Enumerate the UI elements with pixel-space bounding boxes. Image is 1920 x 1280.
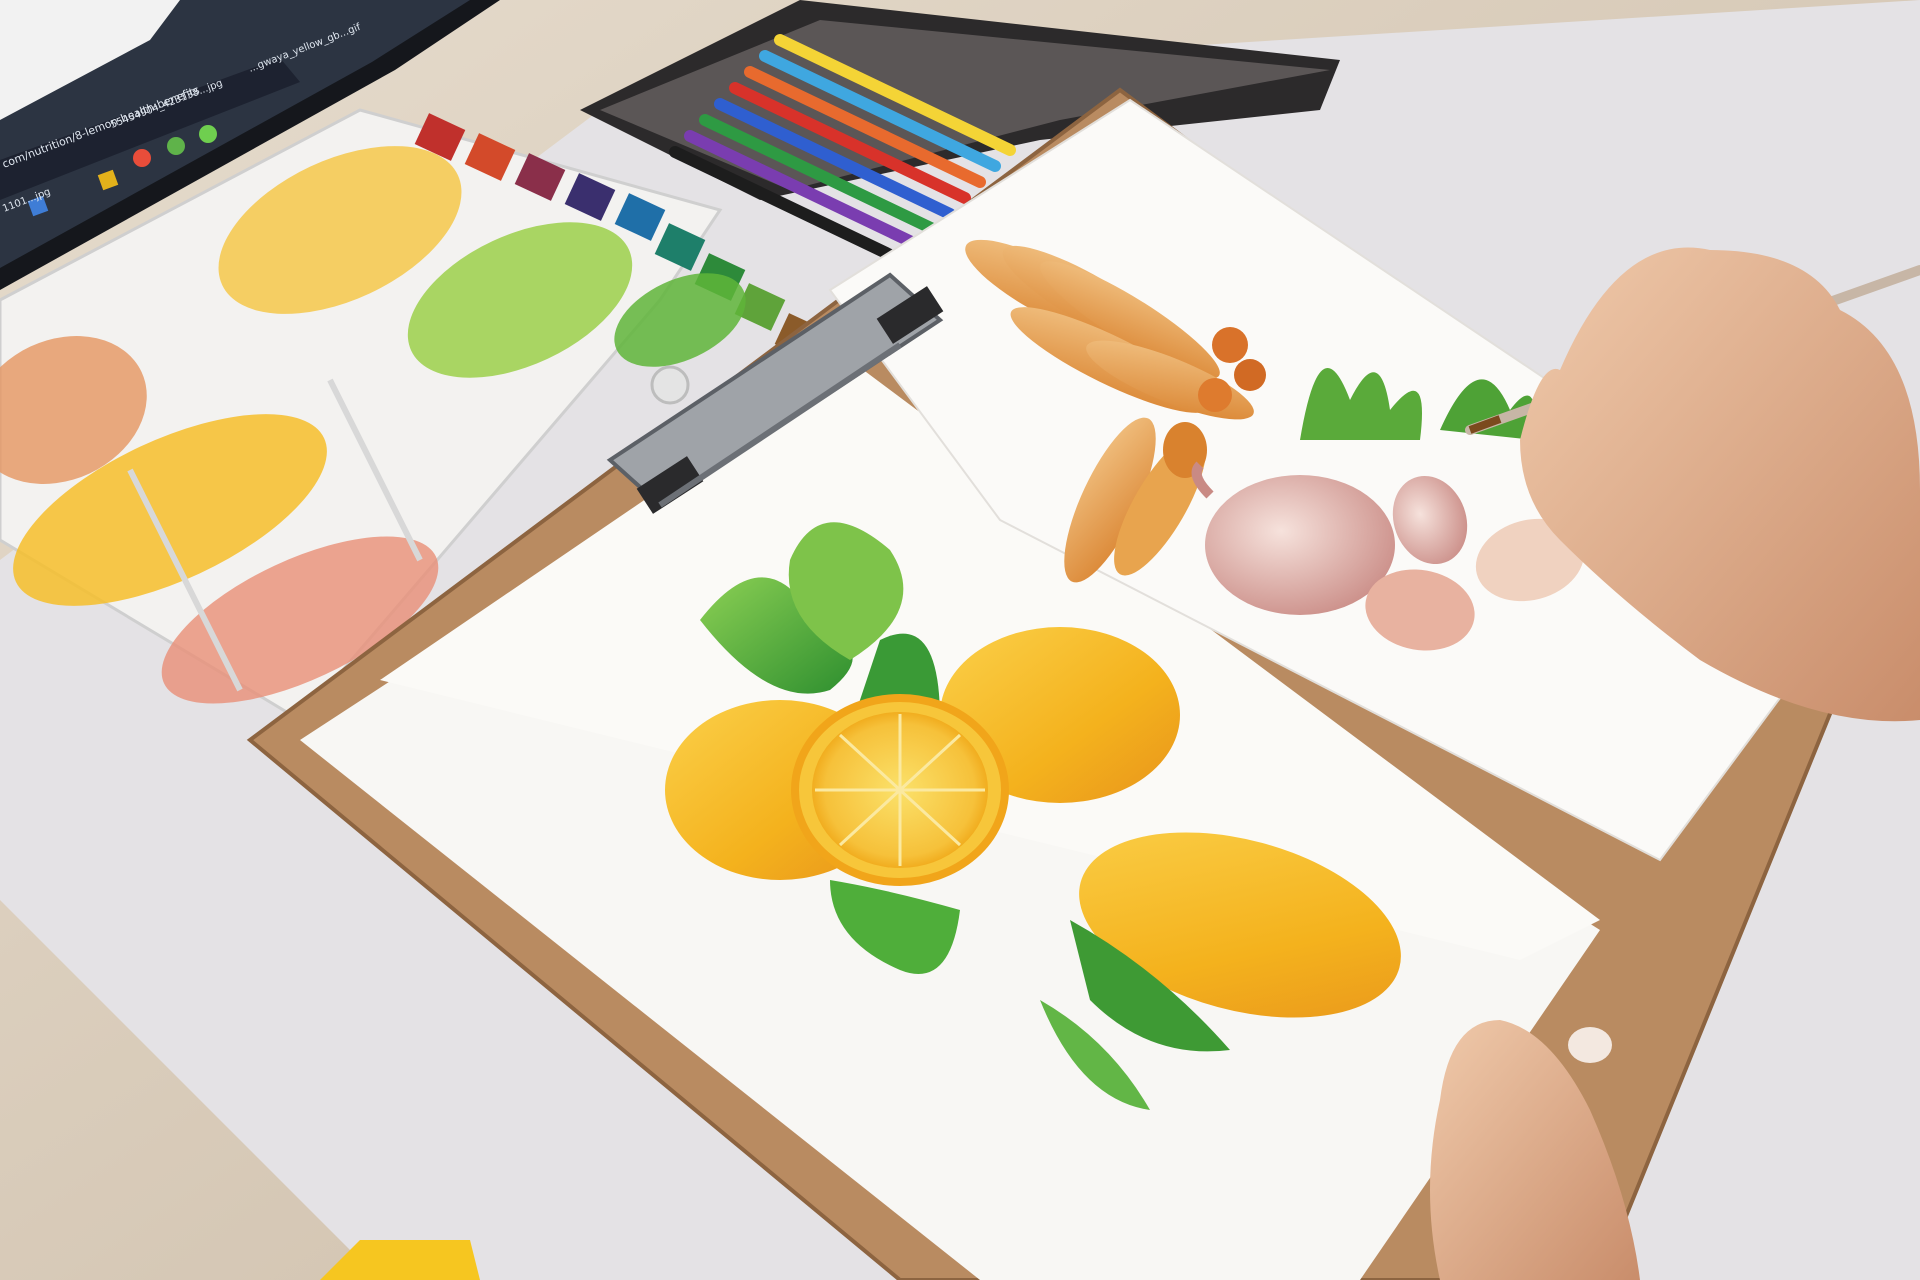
watercolor-scene: com/nutrition/8-lemon-health-benefits 55… [0,0,1920,1280]
